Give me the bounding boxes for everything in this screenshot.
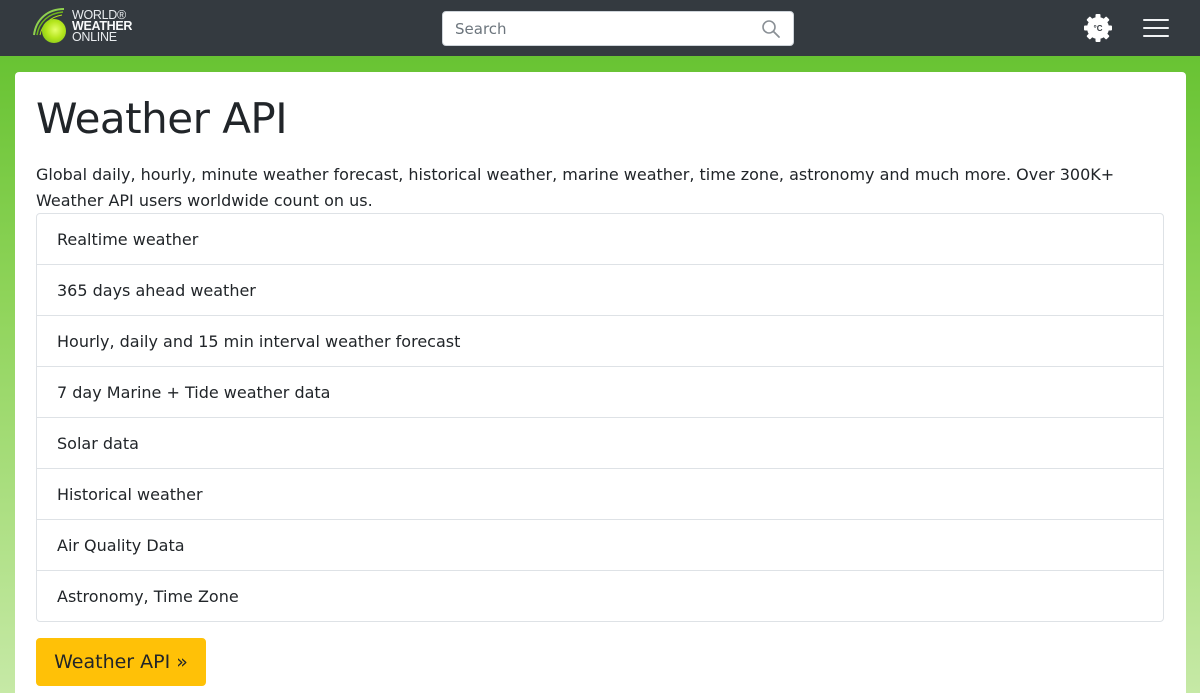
list-item: Hourly, daily and 15 min interval weathe… bbox=[37, 316, 1163, 367]
main-card: Weather API Global daily, hourly, minute… bbox=[15, 72, 1186, 693]
hamburger-menu-button[interactable] bbox=[1140, 14, 1172, 42]
site-logo[interactable]: WORLD® WEATHER ONLINE bbox=[30, 5, 140, 47]
search-box bbox=[442, 11, 794, 46]
page-title: Weather API bbox=[36, 94, 288, 143]
list-item: Historical weather bbox=[37, 469, 1163, 520]
logo-sun-icon bbox=[30, 5, 72, 47]
list-item: 365 days ahead weather bbox=[37, 265, 1163, 316]
list-item: Air Quality Data bbox=[37, 520, 1163, 571]
weather-api-button[interactable]: Weather API » bbox=[36, 638, 206, 686]
search-icon[interactable] bbox=[761, 19, 781, 39]
hamburger-menu-icon bbox=[1143, 19, 1169, 21]
list-item: Astronomy, Time Zone bbox=[57, 586, 239, 606]
search-input[interactable] bbox=[455, 12, 755, 45]
list-item: Realtime weather bbox=[37, 214, 1163, 265]
logo-text: WORLD® WEATHER ONLINE bbox=[72, 9, 132, 44]
logo-line-3: ONLINE bbox=[72, 30, 117, 44]
list-item: 7 day Marine + Tide weather data bbox=[37, 367, 1163, 418]
hamburger-menu-icon bbox=[1143, 27, 1169, 29]
feature-list: Realtime weather 365 days ahead weather … bbox=[36, 213, 1164, 622]
page-description: Global daily, hourly, minute weather for… bbox=[36, 165, 1115, 210]
temperature-unit-toggle[interactable]: °C bbox=[1082, 12, 1114, 44]
top-navbar: WORLD® WEATHER ONLINE °C bbox=[0, 0, 1200, 56]
unit-label: °C bbox=[1093, 23, 1103, 33]
hamburger-menu-icon bbox=[1143, 35, 1169, 37]
list-item: Solar data bbox=[37, 418, 1163, 469]
